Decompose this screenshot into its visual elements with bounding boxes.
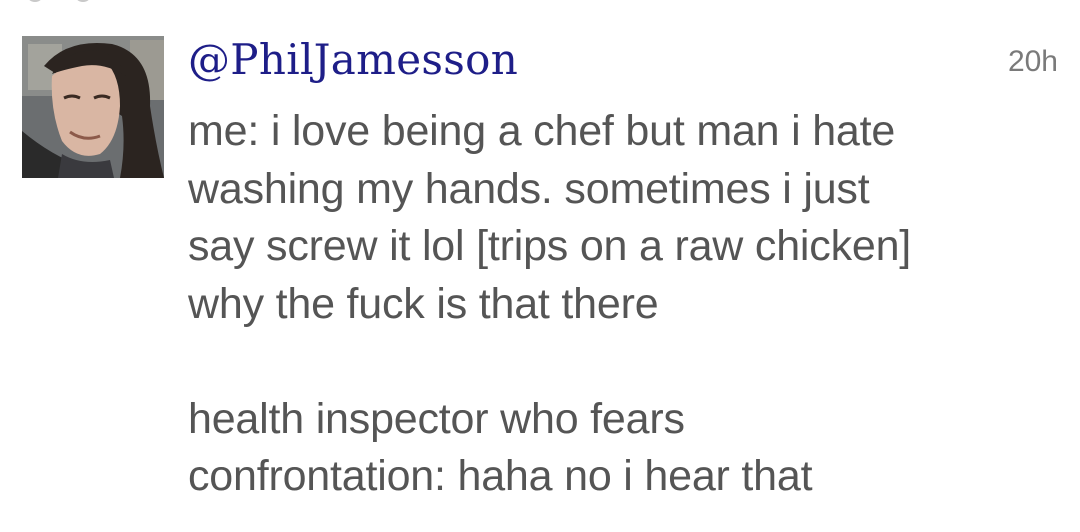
cut-off-glyph — [26, 0, 44, 2]
cut-off-glyph — [74, 0, 92, 2]
avatar[interactable] — [22, 36, 164, 178]
user-handle[interactable]: @PhilJamesson — [188, 32, 518, 88]
tweet-text-line: why the fuck is that there — [188, 279, 659, 328]
tweet-text-line: health inspector who fears — [188, 394, 685, 443]
user-avatar-photo-icon — [22, 36, 164, 178]
tweet-text-line: me: i love being a chef but man i hate — [188, 107, 896, 155]
tweet-card[interactable]: @PhilJamesson 20h me: i love being a che… — [0, 0, 1080, 532]
tweet-text-line: confrontation: haha no i hear that — [188, 452, 813, 500]
tweet-text-line: washing my hands. sometimes i just — [188, 164, 870, 213]
tweet-timestamp[interactable]: 20h — [1008, 44, 1058, 80]
previous-tweet-edge — [0, 0, 360, 4]
tweet-text-line: say screw it lol [trips on a raw chicken… — [188, 222, 912, 270]
tweet-body: me: i love being a chef but man i hate w… — [188, 103, 1068, 506]
